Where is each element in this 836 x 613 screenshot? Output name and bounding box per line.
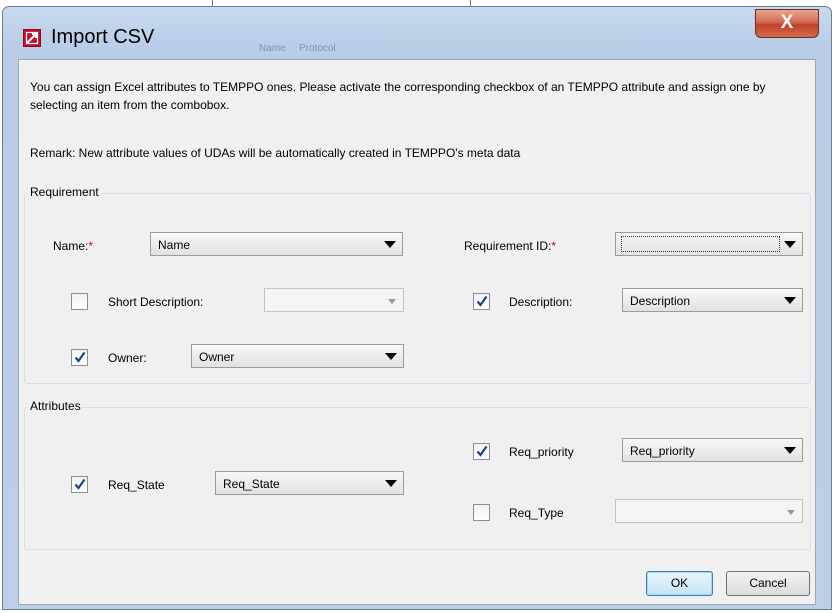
required-marker: *	[551, 239, 557, 253]
intro-text: You can assign Excel attributes to TEMPP…	[30, 80, 766, 112]
req-type-label: Req_Type	[509, 506, 564, 520]
req-type-combobox[interactable]	[615, 499, 803, 523]
title-bar[interactable]: Import CSV Name Protocol X	[3, 7, 831, 57]
checkmark-icon	[476, 295, 488, 307]
owner-label: Owner:	[108, 351, 147, 365]
checkmark-icon	[74, 351, 86, 363]
required-marker: *	[88, 239, 94, 253]
close-button[interactable]: X	[755, 9, 819, 38]
dialog-content: You can assign Excel attributes to TEMPP…	[18, 59, 816, 605]
req-state-combobox-value: Req_State	[223, 477, 280, 491]
short-description-label: Short Description:	[108, 295, 204, 309]
chevron-down-icon	[787, 510, 795, 515]
focus-rectangle	[621, 236, 780, 252]
description-combobox[interactable]: Description	[622, 288, 803, 312]
short-description-checkbox[interactable]	[71, 293, 88, 310]
description-checkbox[interactable]	[473, 293, 490, 310]
chevron-down-icon	[388, 299, 396, 304]
requirement-group-title: Requirement	[28, 185, 101, 199]
description-combobox-value: Description	[630, 294, 691, 308]
owner-checkbox[interactable]	[71, 349, 88, 366]
chevron-down-icon	[784, 297, 796, 304]
short-description-combobox[interactable]	[264, 288, 404, 312]
background-text: Protocol	[299, 43, 336, 54]
close-icon: X	[780, 12, 794, 33]
description-label: Description:	[509, 295, 573, 309]
cancel-button[interactable]: Cancel	[726, 571, 810, 596]
requirement-id-combobox[interactable]	[615, 232, 803, 256]
chevron-down-icon	[784, 447, 796, 454]
req-type-checkbox[interactable]	[473, 504, 490, 521]
window-title: Import CSV	[51, 26, 155, 48]
req-priority-checkbox[interactable]	[473, 443, 490, 460]
owner-combobox[interactable]: Owner	[191, 344, 404, 368]
name-label: Name:*	[53, 239, 94, 253]
checkmark-icon	[74, 478, 86, 490]
name-combobox-value: Name	[158, 238, 191, 252]
req-priority-combobox[interactable]: Req_priority	[622, 438, 803, 462]
ok-button[interactable]: OK	[646, 571, 713, 596]
req-state-combobox[interactable]: Req_State	[215, 471, 404, 495]
import-csv-icon	[23, 29, 41, 47]
remark-text: Remark: New attribute values of UDAs wil…	[30, 146, 521, 160]
req-state-checkbox[interactable]	[71, 476, 88, 493]
chevron-down-icon	[384, 241, 396, 248]
owner-combobox-value: Owner	[199, 350, 235, 364]
import-csv-dialog: Import CSV Name Protocol X You can assig…	[2, 6, 832, 610]
chevron-down-icon	[784, 241, 796, 248]
req-state-label: Req_State	[108, 478, 165, 492]
chevron-down-icon	[385, 480, 397, 487]
req-priority-combobox-value: Req_priority	[630, 444, 695, 458]
checkmark-icon	[476, 445, 488, 457]
chevron-down-icon	[385, 353, 397, 360]
attributes-group-title: Attributes	[28, 399, 83, 413]
req-priority-label: Req_priority	[509, 445, 574, 459]
name-combobox[interactable]: Name	[150, 232, 403, 256]
background-text: Name	[259, 43, 286, 54]
requirement-id-label: Requirement ID:*	[464, 239, 557, 253]
